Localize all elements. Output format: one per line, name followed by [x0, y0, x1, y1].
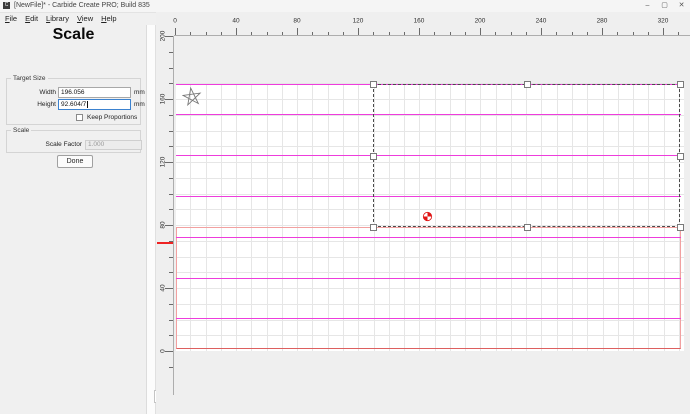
scale-factor-label: Scale Factor	[45, 141, 83, 148]
selection-handle[interactable]	[523, 224, 531, 231]
menu-file[interactable]: File	[5, 14, 17, 23]
h-ruler-tick	[175, 28, 176, 35]
height-unit-label: mm	[134, 101, 145, 108]
keep-proportions-label: Keep Proportions	[87, 113, 138, 121]
stripe-vector-line[interactable]	[176, 318, 681, 319]
selection-handle[interactable]	[370, 81, 377, 88]
h-ruler-label: 240	[535, 17, 547, 25]
h-ruler-tick	[541, 28, 542, 35]
h-ruler-tick	[602, 28, 603, 35]
h-ruler-label: 160	[413, 17, 425, 25]
minimize-button[interactable]: –	[639, 0, 656, 12]
star-vector[interactable]	[181, 86, 202, 107]
height-input[interactable]: 92.604/7	[58, 99, 131, 110]
ruler-cursor-mark	[157, 242, 173, 244]
origin-marker-icon	[422, 209, 433, 222]
v-ruler-label: 120	[159, 156, 167, 168]
menu-view[interactable]: View	[77, 14, 93, 23]
h-ruler-tick	[419, 28, 420, 35]
h-ruler-label: 0	[173, 17, 177, 25]
height-value: 92.604/7	[61, 101, 87, 108]
selection-handle[interactable]	[677, 152, 684, 160]
flag-outline-rect[interactable]	[176, 227, 681, 349]
menu-edit[interactable]: Edit	[25, 14, 38, 23]
selection-handle[interactable]	[370, 152, 377, 160]
v-ruler-label: 160	[159, 93, 167, 105]
maximize-button[interactable]: ▢	[656, 0, 673, 12]
selection-rect[interactable]	[373, 84, 680, 227]
text-caret	[87, 101, 89, 108]
window-title: [NewFile]* - Carbide Create PRO; Build 8…	[14, 2, 150, 9]
scale-legend: Scale	[11, 127, 32, 135]
height-label: Height	[37, 101, 56, 108]
h-ruler-label: 120	[352, 17, 364, 25]
close-button[interactable]: ✕	[673, 0, 690, 12]
h-ruler-tick	[663, 28, 664, 35]
selection-handle[interactable]	[370, 224, 377, 231]
width-label: Width	[39, 88, 56, 96]
scale-tool-panel: Scale Target Size Width 196.056 mm Heigh…	[0, 25, 147, 414]
width-input[interactable]: 196.056	[58, 86, 131, 98]
h-ruler-label: 40	[232, 17, 240, 25]
h-ruler-label: 200	[474, 17, 486, 25]
application-window: C [NewFile]* - Carbide Create PRO; Build…	[0, 0, 690, 414]
h-ruler-label: 280	[596, 17, 608, 25]
h-ruler-tick	[358, 28, 359, 35]
width-value: 196.056	[61, 88, 85, 96]
selection-handle[interactable]	[523, 81, 531, 88]
menu-bar: File Edit Library View Help	[0, 12, 156, 25]
panel-title: Scale	[52, 26, 95, 43]
v-ruler-label: 40	[159, 284, 167, 292]
panel-scrollbar[interactable]	[147, 25, 156, 414]
keep-proportions-checkbox[interactable]	[76, 113, 83, 121]
selection-handle[interactable]	[677, 81, 684, 88]
app-icon: C	[3, 2, 10, 9]
h-ruler-label: 80	[293, 17, 301, 25]
done-button[interactable]: Done	[57, 155, 93, 168]
h-ruler-tick	[236, 28, 237, 35]
stripe-vector-line[interactable]	[176, 237, 681, 238]
scale-factor-input: 1.000	[85, 139, 142, 150]
design-canvas-pane: 0 40 80 120 160 200 240 280 320 200 160 120 80 40 0	[156, 12, 690, 414]
v-ruler-label: 0	[159, 349, 167, 353]
scale-factor-value: 1.000	[88, 141, 105, 148]
stripe-vector-line[interactable]	[176, 278, 681, 279]
selection-handle[interactable]	[677, 224, 684, 231]
menu-library[interactable]: Library	[46, 14, 69, 23]
width-unit-label: mm	[134, 88, 145, 96]
h-ruler-label: 320	[657, 17, 669, 25]
v-ruler-label: 80	[159, 221, 167, 229]
v-ruler-label: 200	[159, 30, 167, 42]
target-size-legend: Target Size	[11, 75, 48, 83]
h-ruler-tick	[480, 28, 481, 35]
h-ruler-border	[174, 35, 690, 36]
window-controls: – ▢ ✕	[639, 0, 690, 12]
v-ruler-border	[173, 36, 174, 395]
h-ruler-tick	[297, 28, 298, 35]
menu-help[interactable]: Help	[101, 14, 116, 23]
